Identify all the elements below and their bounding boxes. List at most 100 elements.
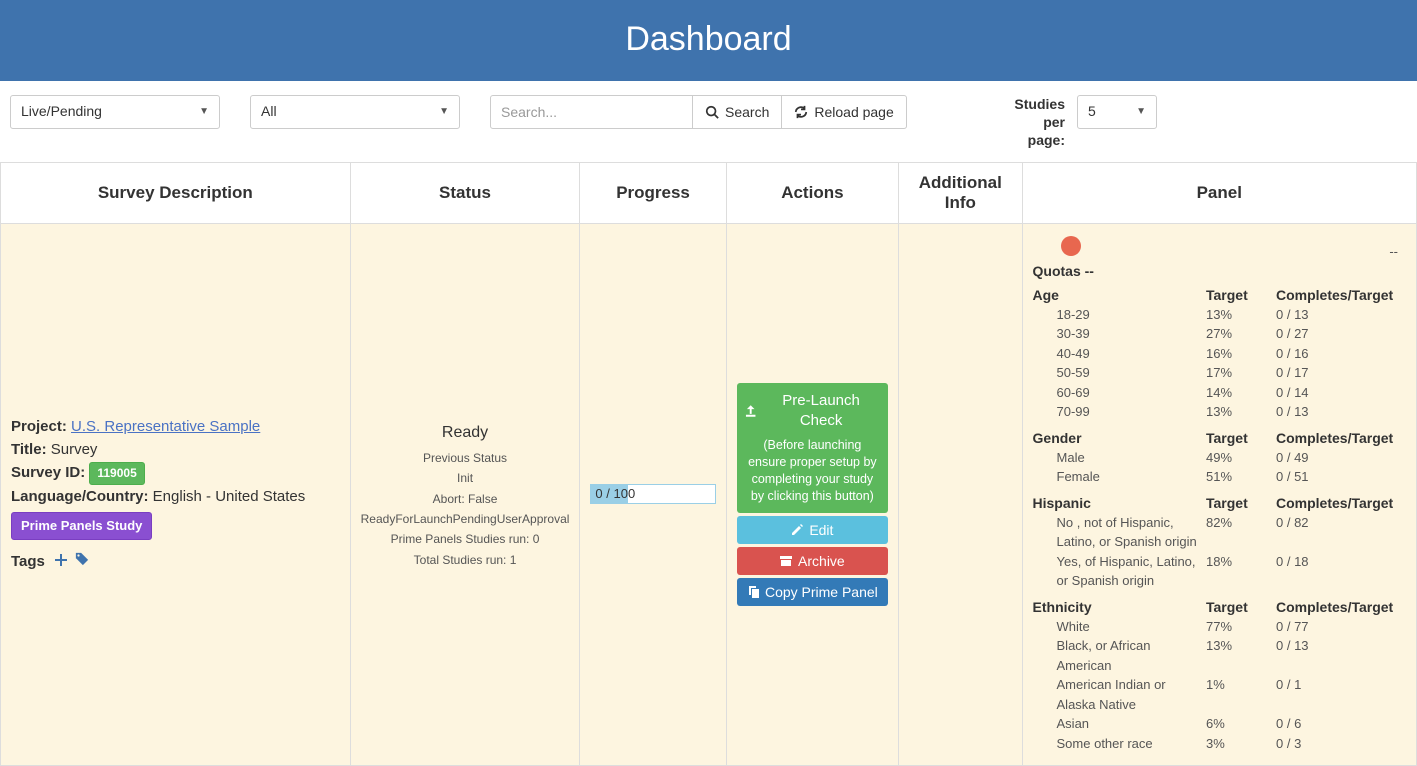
edit-icon	[791, 524, 803, 536]
quota-row: Yes, of Hispanic, Latino, or Spanish ori…	[1033, 552, 1406, 591]
quota-row-target: 13%	[1206, 636, 1276, 675]
quota-row-label: 18-29	[1033, 305, 1206, 325]
quota-row-completes: 0 / 27	[1276, 324, 1406, 344]
per-page-select[interactable]: 5 ▼	[1077, 95, 1157, 129]
col-header-status: Status	[350, 162, 580, 223]
page-title: Dashboard	[0, 20, 1417, 59]
prelaunch-title: Pre-Launch Check	[762, 391, 880, 432]
quota-row-target: 49%	[1206, 448, 1276, 468]
progress-text: 0 / 100	[591, 485, 714, 502]
prelaunch-subtitle: (Before launching ensure proper setup by…	[745, 437, 880, 505]
quota-completes-header: Completes/Target	[1276, 599, 1406, 615]
status-indicator-icon	[1061, 236, 1081, 256]
search-icon	[705, 105, 719, 119]
col-header-additional: Additional Info	[899, 162, 1022, 223]
reload-button[interactable]: Reload page	[782, 95, 906, 129]
quota-row-completes: 0 / 1	[1276, 675, 1406, 714]
quota-row-completes: 0 / 14	[1276, 383, 1406, 403]
copy-panel-button[interactable]: Copy Prime Panel	[737, 578, 888, 606]
quota-row-target: 13%	[1206, 402, 1276, 422]
quota-row-target: 18%	[1206, 552, 1276, 591]
quota-row-target: 16%	[1206, 344, 1276, 364]
type-filter-value: All	[261, 103, 277, 119]
quota-row-target: 77%	[1206, 617, 1276, 637]
project-link[interactable]: U.S. Representative Sample	[71, 418, 260, 435]
chevron-down-icon: ▼	[199, 106, 209, 117]
quota-row: No , not of Hispanic, Latino, or Spanish…	[1033, 513, 1406, 552]
study-type-badge: Prime Panels Study	[11, 512, 152, 540]
quota-row-target: 51%	[1206, 467, 1276, 487]
quota-group: HispanicTargetCompletes/TargetNo , not o…	[1033, 495, 1406, 591]
type-filter-select[interactable]: All ▼	[250, 95, 460, 129]
status-line: Abort: False	[361, 489, 570, 509]
search-button-label: Search	[725, 104, 769, 120]
archive-icon	[780, 555, 792, 567]
quota-group-name: Ethnicity	[1033, 599, 1206, 615]
additional-info-cell	[899, 223, 1022, 766]
quota-row-completes: 0 / 82	[1276, 513, 1406, 552]
quota-row-label: 60-69	[1033, 383, 1206, 403]
quota-row-target: 6%	[1206, 714, 1276, 734]
status-line: Init	[361, 468, 570, 488]
quota-row: Female51%0 / 51	[1033, 467, 1406, 487]
quota-row-target: 17%	[1206, 363, 1276, 383]
actions-stack: Pre-Launch Check (Before launching ensur…	[737, 383, 888, 606]
quota-row: 70-9913%0 / 13	[1033, 402, 1406, 422]
col-header-progress: Progress	[580, 162, 726, 223]
progress-bar: 0 / 100	[590, 484, 715, 504]
quota-row-completes: 0 / 13	[1276, 305, 1406, 325]
col-header-panel: Panel	[1022, 162, 1416, 223]
quota-target-header: Target	[1206, 599, 1276, 615]
status-line: ReadyForLaunchPendingUserApproval	[361, 509, 570, 529]
quota-row-completes: 0 / 17	[1276, 363, 1406, 383]
quota-row-completes: 0 / 16	[1276, 344, 1406, 364]
quota-row: 18-2913%0 / 13	[1033, 305, 1406, 325]
quota-group-header: AgeTargetCompletes/Target	[1033, 287, 1406, 303]
quota-group-name: Age	[1033, 287, 1206, 303]
quota-target-header: Target	[1206, 495, 1276, 511]
status-filter-select[interactable]: Live/Pending ▼	[10, 95, 220, 129]
quota-row-label: Black, or African American	[1033, 636, 1206, 675]
panel-cell: -- Quotas -- AgeTargetCompletes/Target18…	[1033, 236, 1406, 754]
quota-group: GenderTargetCompletes/Target Male49%0 / 4…	[1033, 430, 1406, 487]
quota-row: Some other race3%0 / 3	[1033, 734, 1406, 754]
search-button[interactable]: Search	[693, 95, 782, 129]
tag-icon[interactable]	[73, 553, 91, 570]
survey-id-badge: 119005	[89, 462, 144, 485]
prelaunch-check-button[interactable]: Pre-Launch Check (Before launching ensur…	[737, 383, 888, 513]
upload-icon	[745, 405, 756, 417]
survey-description: Project: U.S. Representative Sample Titl…	[11, 415, 340, 574]
quota-row-target: 82%	[1206, 513, 1276, 552]
col-header-actions: Actions	[726, 162, 898, 223]
refresh-icon	[794, 105, 808, 119]
search-input[interactable]	[490, 95, 693, 129]
edit-button[interactable]: Edit	[737, 516, 888, 544]
quota-row-label: Male	[1033, 448, 1206, 468]
quota-row-completes: 0 / 51	[1276, 467, 1406, 487]
quota-row: White77%0 / 77	[1033, 617, 1406, 637]
quotas-title: Quotas --	[1033, 263, 1406, 279]
quota-row-label: 40-49	[1033, 344, 1206, 364]
reload-button-label: Reload page	[814, 104, 893, 120]
quota-row-target: 27%	[1206, 324, 1276, 344]
quota-group: EthnicityTargetCompletes/Target White77%0…	[1033, 599, 1406, 754]
quota-group-header: GenderTargetCompletes/Target	[1033, 430, 1406, 446]
language-label: Language/Country:	[11, 488, 153, 505]
toolbar: Live/Pending ▼ All ▼ Search Reload page …	[0, 81, 1417, 156]
search-group: Search Reload page	[490, 95, 907, 129]
quota-row: 30-3927%0 / 27	[1033, 324, 1406, 344]
quota-row-completes: 0 / 6	[1276, 714, 1406, 734]
quota-row-completes: 0 / 3	[1276, 734, 1406, 754]
quota-completes-header: Completes/Target	[1276, 287, 1406, 303]
quota-row-target: 13%	[1206, 305, 1276, 325]
quota-row: Asian6%0 / 6	[1033, 714, 1406, 734]
quota-row-label: Yes, of Hispanic, Latino, or Spanish ori…	[1033, 552, 1206, 591]
quota-row-completes: 0 / 49	[1276, 448, 1406, 468]
quota-row: 60-6914%0 / 14	[1033, 383, 1406, 403]
quota-completes-header: Completes/Target	[1276, 430, 1406, 446]
add-tag-button[interactable]	[53, 553, 73, 570]
quota-row: American Indian or Alaska Native1%0 / 1	[1033, 675, 1406, 714]
archive-button[interactable]: Archive	[737, 547, 888, 575]
quota-row-label: 50-59	[1033, 363, 1206, 383]
quota-row-completes: 0 / 13	[1276, 636, 1406, 675]
